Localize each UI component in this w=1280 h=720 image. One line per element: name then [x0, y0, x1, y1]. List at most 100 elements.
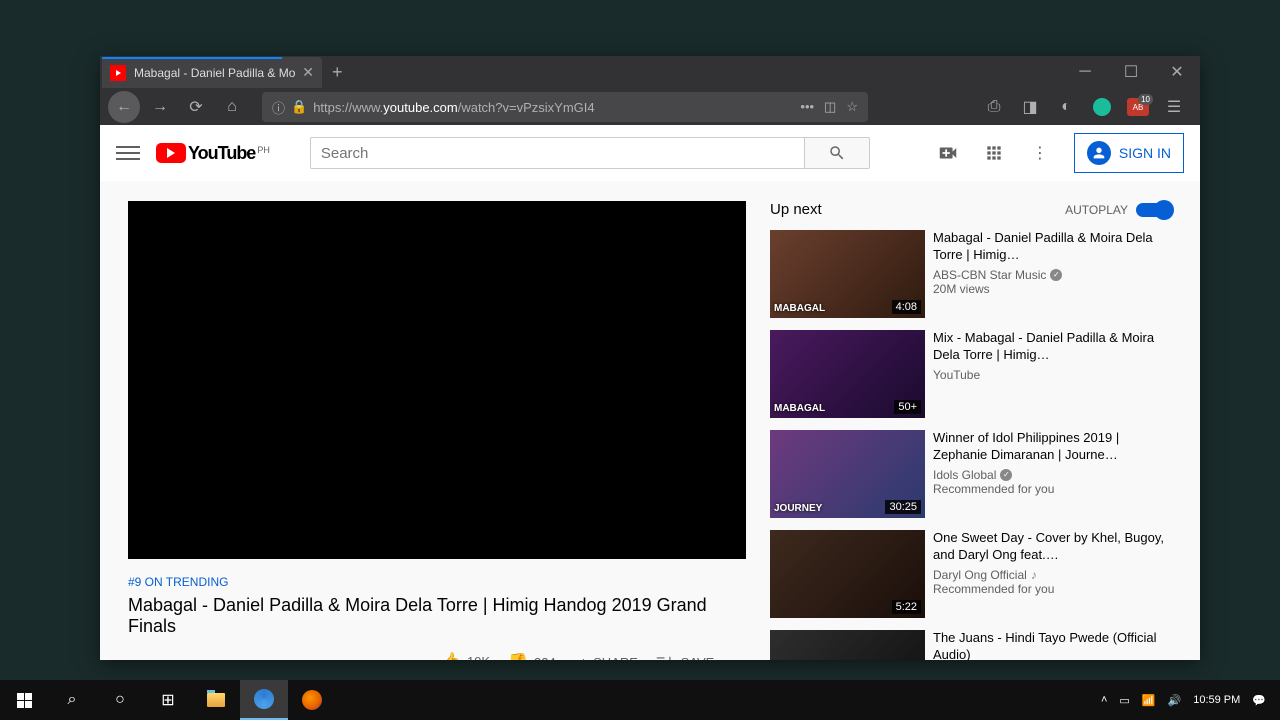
rec-title: Winner of Idol Philippines 2019 | Zephan…: [933, 430, 1172, 464]
rec-meta: Recommended for you: [933, 582, 1172, 596]
rec-thumbnail: MABAGAL 4:08: [770, 230, 925, 318]
create-video-icon[interactable]: [936, 141, 960, 165]
more-actions-button[interactable]: •••: [732, 655, 746, 661]
music-note-icon: ♪: [1031, 568, 1037, 582]
rec-channel: ABS-CBN Star Music ✓: [933, 268, 1172, 282]
file-explorer-icon[interactable]: [192, 680, 240, 720]
task-view-icon[interactable]: ⊞: [144, 680, 192, 720]
upnext-label: Up next: [770, 201, 822, 218]
recommended-video[interactable]: JOURNEY30:25Winner of Idol Philippines 2…: [770, 430, 1172, 518]
recommended-video[interactable]: The Juans - Hindi Tayo Pwede (Official A…: [770, 630, 1172, 660]
search-input[interactable]: [310, 137, 805, 169]
rec-title: Mix - Mabagal - Daniel Padilla & Moira D…: [933, 330, 1172, 364]
start-button[interactable]: [0, 680, 48, 720]
page-content[interactable]: YouTube PH ⋮ SIGN IN: [100, 125, 1200, 660]
lock-icon: 🔒: [291, 99, 307, 115]
thumb-overlay-text: MABAGAL: [774, 403, 825, 414]
trending-badge[interactable]: #9 ON TRENDING: [128, 575, 746, 589]
hamburger-menu-icon[interactable]: [116, 141, 140, 165]
youtube-logo[interactable]: YouTube PH: [156, 143, 270, 164]
dislike-button[interactable]: 👎324: [508, 652, 556, 660]
rec-meta: 20M views: [933, 282, 1172, 296]
extension-m-icon[interactable]: [1090, 95, 1114, 119]
firefox-icon[interactable]: [288, 680, 336, 720]
search-taskbar-icon[interactable]: ⌕: [48, 680, 96, 720]
video-title: Mabagal - Daniel Padilla & Moira Dela To…: [128, 595, 746, 637]
youtube-header: YouTube PH ⋮ SIGN IN: [100, 125, 1200, 181]
reload-button[interactable]: ⟳: [180, 91, 212, 123]
notifications-icon[interactable]: 💬: [1252, 694, 1266, 707]
extension-icon[interactable]: ◐: [1054, 95, 1078, 119]
rec-thumbnail: [770, 630, 925, 660]
verified-icon: ✓: [1050, 269, 1062, 281]
search-button[interactable]: [805, 137, 870, 169]
url-field[interactable]: ⓘ 🔒 https://www.youtube.com/watch?v=vPzs…: [262, 92, 868, 122]
apps-icon[interactable]: [982, 141, 1006, 165]
minimize-button[interactable]: ─: [1062, 56, 1108, 88]
avatar-icon: [1087, 141, 1111, 165]
recommended-video[interactable]: MABAGAL 50+ Mix - Mabagal - Daniel Padilla…: [770, 330, 1172, 418]
edge-icon[interactable]: [240, 680, 288, 720]
save-button[interactable]: ≡+SAVE: [656, 653, 714, 660]
video-stats: 595,172 views • Oct 13, 2019: [128, 658, 310, 660]
close-window-button[interactable]: ✕: [1154, 56, 1200, 88]
autoplay-label: AUTOPLAY: [1065, 203, 1128, 217]
youtube-logo-icon: [156, 143, 186, 163]
autoplay-toggle[interactable]: [1136, 203, 1172, 217]
reader-icon[interactable]: ◫: [824, 99, 836, 115]
duration-badge: 30:25: [885, 500, 921, 514]
back-button[interactable]: ←: [108, 91, 140, 123]
duration-badge: 5:22: [892, 600, 921, 614]
library-icon[interactable]: ⎙: [982, 95, 1006, 119]
menu-icon[interactable]: ☰: [1162, 95, 1186, 119]
like-button[interactable]: 👍19K: [441, 651, 490, 660]
duration-badge: 4:08: [892, 300, 921, 314]
tab-bar: Mabagal - Daniel Padilla & Mo ✕ + ─ ☐ ✕: [100, 56, 1200, 89]
battery-icon[interactable]: ▭: [1119, 694, 1129, 707]
settings-icon[interactable]: ⋮: [1028, 141, 1052, 165]
tab-title: Mabagal - Daniel Padilla & Mo: [134, 66, 298, 80]
signin-button[interactable]: SIGN IN: [1074, 133, 1184, 173]
close-tab-icon[interactable]: ✕: [302, 64, 314, 81]
rec-thumbnail: 5:22: [770, 530, 925, 618]
sidebar-icon[interactable]: ◨: [1018, 95, 1042, 119]
page-actions-icon[interactable]: •••: [800, 99, 814, 115]
new-tab-button[interactable]: +: [332, 62, 343, 83]
address-bar: ← → ⟳ ⌂ ⓘ 🔒 https://www.youtube.com/watc…: [100, 89, 1200, 125]
clock[interactable]: 10:59 PM: [1193, 694, 1240, 706]
cortana-icon[interactable]: ○: [96, 680, 144, 720]
rec-channel: Idols Global ✓: [933, 468, 1172, 482]
thumbs-up-icon: 👍: [441, 651, 461, 660]
rec-channel: YouTube: [933, 368, 1172, 382]
home-button[interactable]: ⌂: [216, 91, 248, 123]
video-player[interactable]: [128, 201, 746, 559]
rec-meta: Recommended for you: [933, 482, 1172, 496]
forward-button[interactable]: →: [144, 91, 176, 123]
browser-tab[interactable]: Mabagal - Daniel Padilla & Mo ✕: [102, 57, 322, 88]
info-icon[interactable]: ⓘ: [272, 98, 285, 117]
thumb-overlay-text: MABAGAL: [774, 303, 825, 314]
tray-chevron-icon[interactable]: ˄: [1101, 694, 1107, 706]
thumbs-down-icon: 👎: [508, 652, 528, 660]
share-button[interactable]: ➦SHARE: [574, 652, 638, 660]
windows-taskbar: ⌕ ○ ⊞ ˄ ▭ 📶 🔊 10:59 PM 💬: [0, 680, 1280, 720]
maximize-button[interactable]: ☐: [1108, 56, 1154, 88]
country-code: PH: [257, 145, 270, 155]
bookmark-icon[interactable]: ☆: [846, 99, 858, 115]
volume-icon[interactable]: 🔊: [1168, 694, 1182, 707]
rec-thumbnail: JOURNEY30:25: [770, 430, 925, 518]
recommended-video[interactable]: 5:22 One Sweet Day - Cover by Khel, Bugoy…: [770, 530, 1172, 618]
rec-title: One Sweet Day - Cover by Khel, Bugoy, an…: [933, 530, 1172, 564]
rec-title: The Juans - Hindi Tayo Pwede (Official A…: [933, 630, 1172, 660]
youtube-favicon: [110, 65, 126, 81]
wifi-icon[interactable]: 📶: [1142, 694, 1156, 707]
playlist-add-icon: ≡+: [656, 653, 675, 660]
rec-thumbnail: MABAGAL 50+: [770, 330, 925, 418]
duration-badge: 50+: [894, 400, 921, 414]
recommended-video[interactable]: MABAGAL 4:08 Mabagal - Daniel Padilla & Mo…: [770, 230, 1172, 318]
signin-label: SIGN IN: [1119, 145, 1171, 161]
rec-channel: Daryl Ong Official ♪: [933, 568, 1172, 582]
adblock-icon[interactable]: AB10: [1126, 95, 1150, 119]
rec-title: Mabagal - Daniel Padilla & Moira Dela To…: [933, 230, 1172, 264]
search-icon: [828, 144, 846, 162]
